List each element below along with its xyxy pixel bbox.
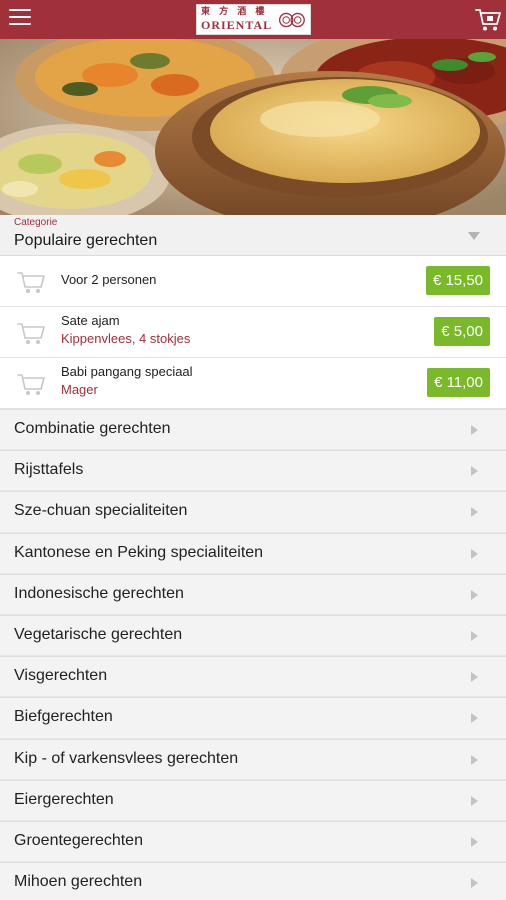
category-name: Groentegerechten xyxy=(14,831,143,849)
popular-items-list: Voor 2 personen € 15,50 Sate ajam Kippen… xyxy=(0,256,506,409)
item-name: Voor 2 personen xyxy=(61,272,157,287)
category-row[interactable]: Eiergerechten xyxy=(0,779,506,821)
menu-item: Sate ajam Kippenvlees, 4 stokjes € 5,00 xyxy=(0,307,506,358)
menu-item: Voor 2 personen € 15,50 xyxy=(0,256,506,307)
logo[interactable]: 東 方 酒 樓 ORIENTAL xyxy=(196,4,311,35)
top-bar: 東 方 酒 樓 ORIENTAL xyxy=(0,0,506,39)
category-row[interactable]: Rijsttafels xyxy=(0,450,506,492)
add-to-cart-icon[interactable] xyxy=(16,268,46,295)
price-button[interactable]: € 11,00 xyxy=(427,368,490,397)
hamburger-icon[interactable] xyxy=(9,9,31,29)
category-row[interactable]: Vegetarische gerechten xyxy=(0,614,506,657)
category-row[interactable]: Visgerechten xyxy=(0,656,506,698)
chevron-right-icon xyxy=(471,713,478,724)
chevron-right-icon xyxy=(471,672,478,683)
category-name: Vegetarische gerechten xyxy=(14,625,183,643)
price-button[interactable]: € 15,50 xyxy=(425,266,490,295)
category-name: Mihoen gerechten xyxy=(14,873,143,891)
category-name: Kip - of varkensvlees gerechten xyxy=(14,749,239,767)
chevron-right-icon xyxy=(471,589,478,600)
category-dropdown[interactable]: Categorie Populaire gerechten xyxy=(0,215,506,256)
logo-chinese-text: 東 方 酒 樓 xyxy=(201,7,268,17)
category-row[interactable]: Biefgerechten xyxy=(0,697,506,739)
add-to-cart-icon[interactable] xyxy=(16,370,46,397)
chevron-right-icon xyxy=(471,466,478,477)
category-row[interactable]: Kip - of varkensvlees gerechten xyxy=(0,738,506,780)
price-button[interactable]: € 5,00 xyxy=(434,317,490,346)
category-row[interactable]: Indonesische gerechten xyxy=(0,573,506,615)
category-name: Eiergerechten xyxy=(14,790,114,808)
category-name: Rijsttafels xyxy=(14,461,84,479)
chevron-right-icon xyxy=(471,836,478,847)
category-name: Indonesische gerechten xyxy=(14,584,184,602)
category-list: Combinatie gerechten Rijsttafels Sze-chu… xyxy=(0,409,506,900)
add-to-cart-icon[interactable] xyxy=(16,319,46,346)
category-name: Kantonese en Peking specialiteiten xyxy=(14,543,264,561)
shopping-cart-icon[interactable] xyxy=(474,6,501,33)
item-description: Kippenvlees, 4 stokjes xyxy=(61,331,191,346)
menu-item: Babi pangang speciaal Mager € 11,00 xyxy=(0,358,506,409)
category-row[interactable]: Sze-chuan specialiteiten xyxy=(0,491,506,533)
category-label: Categorie xyxy=(14,217,58,228)
category-row[interactable]: Combinatie gerechten xyxy=(0,409,506,451)
item-name: Sate ajam xyxy=(61,313,120,328)
category-selected-value: Populaire gerechten xyxy=(14,232,158,249)
chevron-right-icon xyxy=(471,754,478,765)
chevron-right-icon xyxy=(471,795,478,806)
logo-name: ORIENTAL xyxy=(201,18,273,32)
chevron-right-icon xyxy=(471,425,478,435)
chevron-right-icon xyxy=(471,630,478,641)
hero-food-image xyxy=(0,39,506,215)
chevron-right-icon xyxy=(471,878,478,889)
item-description: Mager xyxy=(61,382,98,397)
chevron-right-icon xyxy=(471,507,478,518)
chevron-right-icon xyxy=(471,548,478,559)
category-name: Sze-chuan specialiteiten xyxy=(14,502,188,520)
category-row[interactable]: Kantonese en Peking specialiteiten xyxy=(0,532,506,574)
category-name: Combinatie gerechten xyxy=(14,420,171,437)
category-name: Visgerechten xyxy=(14,667,108,685)
category-row[interactable]: Groentegerechten xyxy=(0,820,506,863)
category-name: Biefgerechten xyxy=(14,708,113,726)
triangle-down-icon xyxy=(468,232,480,240)
category-row[interactable]: Mihoen gerechten xyxy=(0,862,506,900)
logo-emblem-icon xyxy=(279,12,306,27)
item-name: Babi pangang speciaal xyxy=(61,364,193,379)
